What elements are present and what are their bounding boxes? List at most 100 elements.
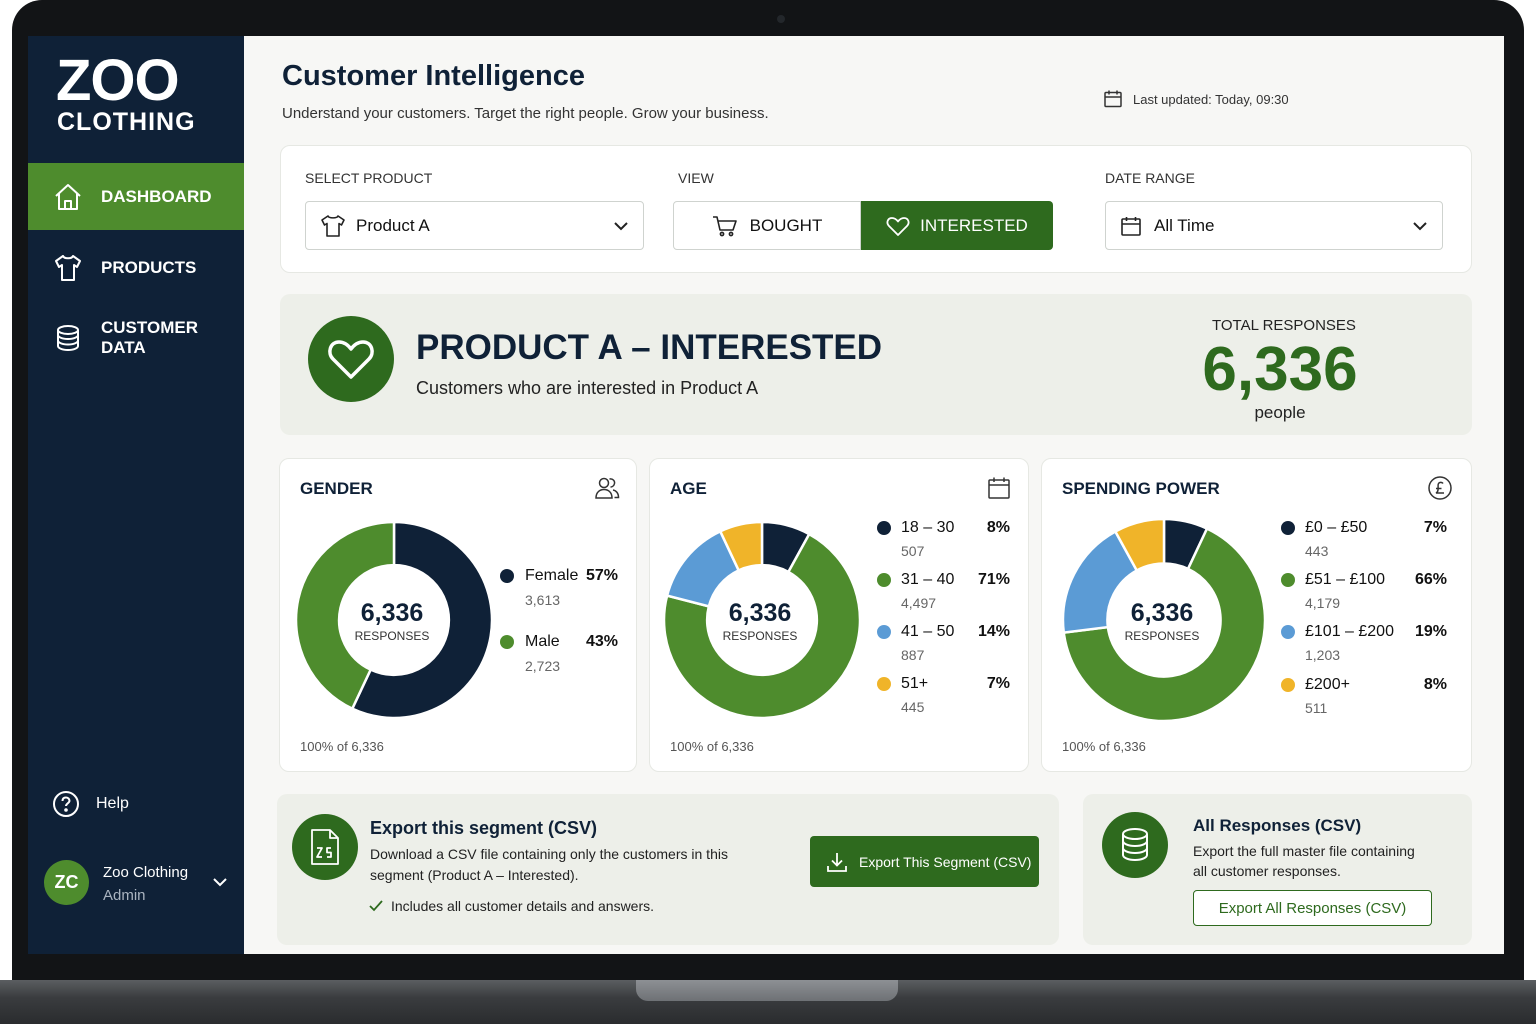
legend-percent: 8%: [1423, 676, 1447, 693]
product-label: SELECT PRODUCT: [305, 170, 433, 186]
panel-title: GENDER: [300, 479, 373, 498]
database-icon: [57, 324, 79, 351]
calendar-icon: [988, 477, 1010, 499]
chevron-down-icon[interactable]: [212, 876, 228, 888]
database-icon: [1122, 828, 1148, 862]
brand-sub: CLOTHING: [57, 108, 196, 136]
laptop-notch: [636, 980, 898, 1001]
sidebar-item-customer-data[interactable]: CUSTOMER DATA: [28, 304, 244, 371]
legend-count: 2,723: [525, 658, 561, 674]
panel-footnote: 100% of 6,336: [1062, 739, 1146, 754]
sidebar-item-label: PRODUCTS: [101, 257, 197, 277]
date-range-value: All Time: [1154, 215, 1215, 235]
export-segment-text: Download a CSV file containing only the …: [370, 846, 728, 862]
legend-dot-male: [500, 635, 514, 649]
product-select[interactable]: Product A: [305, 201, 644, 250]
legend-count: 887: [901, 647, 925, 663]
chevron-down-icon: [614, 222, 628, 231]
legend-count: 4,179: [1305, 595, 1341, 611]
export-all-card: All Responses (CSV) Export the full mast…: [1083, 794, 1472, 945]
sidebar-item-dashboard[interactable]: DASHBOARD: [28, 163, 244, 230]
donut-center-value: 6,336: [1130, 599, 1194, 627]
date-range-select[interactable]: All Time: [1105, 201, 1443, 250]
legend-label: 41 – 50: [901, 623, 955, 640]
sidebar-item-label: DASHBOARD: [101, 186, 212, 206]
export-segment-button[interactable]: Export This Segment (CSV): [810, 836, 1039, 887]
view-label: VIEW: [678, 170, 714, 186]
legend-percent: 71%: [977, 571, 1010, 588]
donut-center-value: 6,336: [728, 599, 792, 627]
legend-count: 511: [1305, 700, 1328, 716]
total-responses-unit: people: [1254, 403, 1306, 422]
segment-title: PRODUCT A – INTERESTED: [416, 328, 883, 367]
export-segment-title: Export this segment (CSV): [370, 818, 598, 838]
legend-dot: [1281, 573, 1295, 587]
last-updated: Last updated: Today, 09:30: [1103, 89, 1289, 109]
legend-dot: [1281, 521, 1295, 535]
export-segment-card: Export this segment (CSV) Download a CSV…: [277, 794, 1059, 945]
csv-file-icon: [311, 829, 339, 865]
legend-dot: [877, 573, 891, 587]
help-link[interactable]: Help: [52, 790, 129, 818]
legend-dot-female: [500, 569, 514, 583]
export-all-title: All Responses (CSV): [1193, 816, 1362, 835]
legend-label: £200+: [1305, 676, 1350, 693]
legend-percent: 19%: [1414, 623, 1447, 640]
legend-percent: 8%: [986, 519, 1010, 536]
age-panel: AGE 6,336 RESPONSES 18 – 30 8% 507 31 – …: [649, 458, 1029, 772]
export-all-text: Export the full master file containing: [1193, 843, 1415, 859]
shirt-icon: [321, 215, 345, 237]
heart-badge: [308, 316, 394, 402]
legend-dot: [1281, 678, 1295, 692]
panel-title: SPENDING POWER: [1062, 479, 1220, 498]
legend-percent: 7%: [986, 675, 1010, 692]
legend-percent: 7%: [1423, 519, 1447, 536]
view-bought-label: BOUGHT: [749, 215, 823, 235]
sidebar-item-label: CUSTOMER DATA: [101, 317, 198, 357]
export-segment-text: segment (Product A – Interested).: [370, 867, 579, 883]
camera-icon: [777, 15, 785, 23]
legend-label: £51 – £100: [1305, 571, 1386, 588]
database-badge: [1102, 812, 1168, 878]
legend-percent: 66%: [1414, 571, 1447, 588]
home-icon: [55, 183, 81, 210]
calendar-icon: [1121, 217, 1141, 236]
csv-file-badge: [292, 814, 358, 880]
cart-icon: [712, 215, 737, 236]
export-segment-button-label: Export This Segment (CSV): [859, 853, 1032, 870]
donut-center-label: RESPONSES: [354, 629, 430, 643]
legend-count: 443: [1305, 543, 1329, 559]
segment-summary: PRODUCT A – INTERESTED Customers who are…: [280, 294, 1472, 435]
user-role: Admin: [103, 887, 146, 904]
legend-percent: 43%: [585, 633, 618, 650]
download-icon: [827, 852, 847, 872]
help-icon: [53, 791, 79, 817]
date-range-label: DATE RANGE: [1105, 170, 1195, 186]
heart-icon: [328, 340, 374, 379]
legend-dot: [1281, 625, 1295, 639]
legend-label: Male: [525, 633, 560, 650]
view-toggle-bought[interactable]: BOUGHT: [673, 201, 861, 250]
legend-count: 1,203: [1305, 647, 1341, 663]
panel-title: AGE: [670, 479, 707, 498]
donut-center-label: RESPONSES: [1124, 629, 1200, 643]
legend-dot: [877, 677, 891, 691]
page-title: Customer Intelligence: [282, 60, 585, 92]
legend-count: 4,497: [901, 595, 937, 611]
view-toggle-interested[interactable]: INTERESTED: [861, 201, 1053, 250]
legend-count: 507: [901, 543, 925, 559]
shirt-icon: [55, 254, 81, 281]
export-all-button[interactable]: Export All Responses (CSV): [1193, 890, 1432, 926]
sidebar-item-products[interactable]: PRODUCTS: [28, 234, 244, 301]
donut-center-label: RESPONSES: [722, 629, 798, 643]
avatar[interactable]: ZC: [44, 860, 89, 905]
legend-count: 445: [901, 699, 925, 715]
legend-label: 31 – 40: [901, 571, 955, 588]
gender-panel: GENDER 6,336 RESPONSES Female 57% 3,613 …: [279, 458, 637, 772]
check-icon: [369, 900, 383, 912]
panel-footnote: 100% of 6,336: [670, 739, 754, 754]
export-segment-check-text: Includes all customer details and answer…: [391, 898, 655, 914]
legend-dot: [877, 521, 891, 535]
screen: ZOO CLOTHING DASHBOARD PRODUCTS CUSTOMER…: [28, 36, 1504, 954]
donut-center-value: 6,336: [360, 599, 424, 627]
